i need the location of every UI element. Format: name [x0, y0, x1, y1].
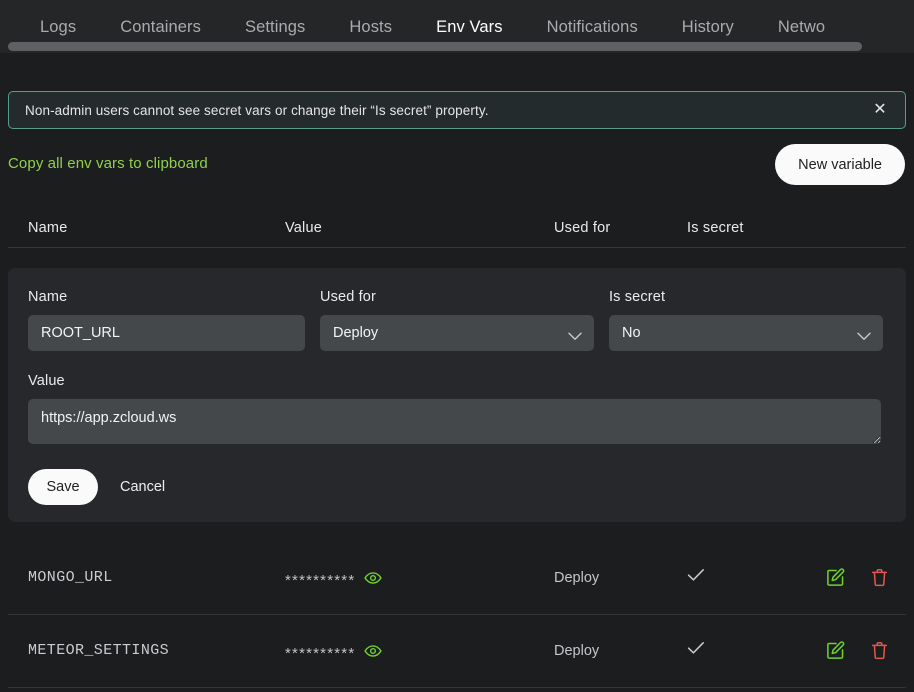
cell-used-for: Deploy	[554, 570, 599, 586]
edit-icon[interactable]	[826, 568, 845, 587]
table-row: MONGO_URL ********** Deploy	[8, 541, 906, 615]
info-banner-message: Non-admin users cannot see secret vars o…	[25, 103, 869, 118]
new-variable-button[interactable]: New variable	[775, 144, 905, 185]
cancel-button[interactable]: Cancel	[116, 473, 169, 501]
column-header-value: Value	[285, 220, 322, 236]
tab-scrollbar-track[interactable]	[0, 39, 914, 53]
env-var-edit-form: Name Used for Deploy Is secret	[8, 268, 906, 522]
tab-label: Hosts	[349, 18, 392, 36]
cell-value: **********	[285, 643, 382, 658]
field-is-secret: Is secret No	[609, 289, 883, 351]
is-secret-select[interactable]: No	[609, 315, 883, 351]
column-header-is-secret: Is secret	[687, 220, 744, 236]
field-label-is-secret: Is secret	[609, 289, 883, 305]
eye-icon[interactable]	[364, 644, 382, 658]
cell-actions	[826, 568, 888, 587]
field-label-name: Name	[28, 289, 305, 305]
field-used-for: Used for Deploy	[320, 289, 594, 351]
name-input[interactable]	[28, 315, 305, 351]
field-value: Value https://app.zcloud.ws	[28, 373, 881, 444]
edit-icon[interactable]	[826, 641, 845, 660]
close-icon[interactable]: ✕	[869, 99, 891, 121]
tab-label: Containers	[120, 18, 201, 36]
used-for-select-wrap: Deploy	[320, 315, 594, 351]
tab-scrollbar-thumb[interactable]	[8, 42, 862, 51]
tab-label: Netwo	[778, 18, 825, 36]
cell-name: MONGO_URL	[28, 569, 113, 586]
value-textarea[interactable]: https://app.zcloud.ws	[28, 399, 881, 444]
field-label-used-for: Used for	[320, 289, 594, 305]
column-header-name: Name	[28, 220, 67, 236]
table-header: Name Value Used for Is secret	[8, 208, 906, 248]
masked-value: **********	[285, 646, 355, 661]
cell-value: **********	[285, 570, 382, 585]
field-name: Name	[28, 289, 305, 351]
tab-bar: Logs Containers Settings Hosts Env Vars …	[0, 0, 914, 53]
info-banner: Non-admin users cannot see secret vars o…	[8, 91, 906, 129]
save-button[interactable]: Save	[28, 469, 98, 505]
table-row: METEOR_SETTINGS ********** Deploy	[8, 614, 906, 688]
masked-value: **********	[285, 573, 355, 588]
tab-label: Settings	[245, 18, 305, 36]
field-label-value: Value	[28, 373, 881, 389]
cell-actions	[826, 641, 888, 660]
tab-label: History	[682, 18, 734, 36]
cell-is-secret	[687, 641, 705, 660]
tab-label: Logs	[40, 18, 76, 36]
trash-icon[interactable]	[871, 641, 888, 660]
form-first-row: Name Used for Deploy Is secret	[28, 289, 886, 351]
form-actions: Save Cancel	[28, 469, 886, 505]
cell-name: METEOR_SETTINGS	[28, 642, 169, 659]
cell-used-for: Deploy	[554, 643, 599, 659]
check-icon	[687, 568, 705, 587]
used-for-select[interactable]: Deploy	[320, 315, 594, 351]
copy-all-env-vars-link[interactable]: Copy all env vars to clipboard	[8, 155, 208, 172]
tab-label: Env Vars	[436, 18, 503, 36]
cell-is-secret	[687, 568, 705, 587]
trash-icon[interactable]	[871, 568, 888, 587]
is-secret-select-wrap: No	[609, 315, 883, 351]
tab-label: Notifications	[547, 18, 638, 36]
env-vars-page: Logs Containers Settings Hosts Env Vars …	[0, 0, 914, 692]
column-header-used-for: Used for	[554, 220, 610, 236]
check-icon	[687, 641, 705, 660]
eye-icon[interactable]	[364, 571, 382, 585]
